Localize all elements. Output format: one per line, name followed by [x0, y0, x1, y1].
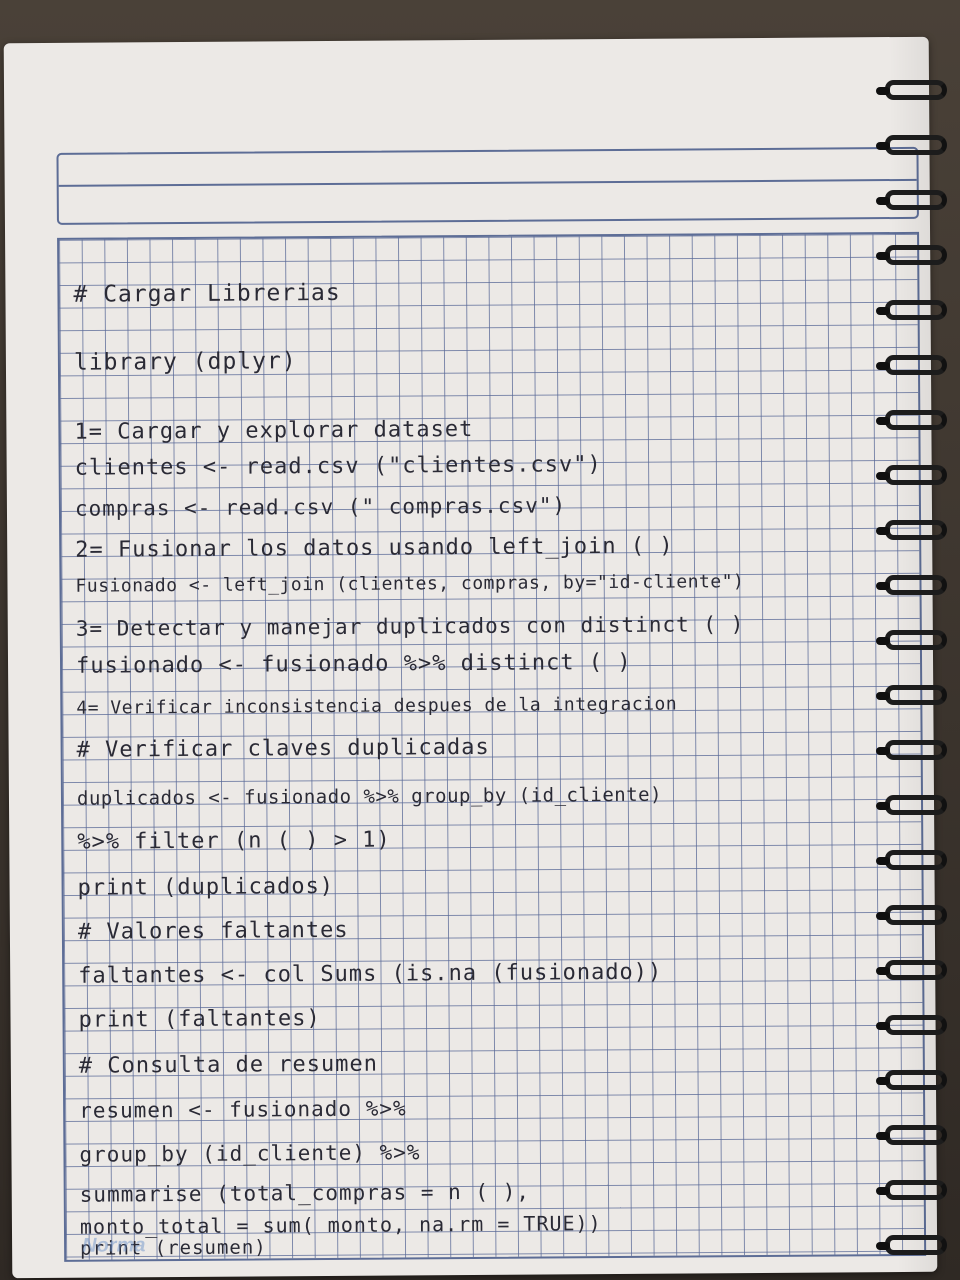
handwritten-line-10: 4= Verificar inconsistencia despues de l…	[76, 693, 678, 719]
handwritten-line-17: print (faltantes)	[78, 1006, 321, 1033]
spiral-ring	[876, 1015, 947, 1035]
handwritten-line-21: summarise (total_compras = n ( ),	[79, 1179, 531, 1207]
spiral-ring	[876, 905, 947, 925]
handwritten-line-3: 1= Cargar y explorar dataset	[74, 416, 474, 445]
spiral-ring	[876, 80, 947, 100]
spiral-ring	[876, 1235, 947, 1255]
handwritten-line-12: duplicados <- fusionado %>% group_by (id…	[76, 783, 663, 810]
spiral-ring	[876, 245, 947, 265]
spiral-ring	[876, 795, 947, 815]
handwritten-line-13: %>% filter (n ( ) > 1)	[77, 827, 391, 855]
spiral-ring	[876, 740, 947, 760]
spiral-ring	[876, 1180, 947, 1200]
handwritten-line-2: library (dplyr)	[73, 348, 297, 376]
spiral-ring	[876, 135, 947, 155]
handwritten-line-11: # Verificar claves duplicadas	[76, 734, 490, 763]
spiral-ring	[876, 300, 947, 320]
page-header-box	[56, 146, 919, 225]
watermark-logo: Norma	[82, 1234, 146, 1257]
spiral-ring	[876, 190, 947, 210]
spiral-ring	[876, 1125, 947, 1145]
handwritten-line-18: # Consulta de resumen	[78, 1051, 379, 1079]
handwritten-line-6: 2= Fusionar los datos usando left_join (…	[75, 533, 674, 563]
notebook-page: # Cargar Librerias library (dplyr) 1= Ca…	[3, 36, 938, 1279]
handwritten-line-15: # Valores faltantes	[77, 917, 349, 945]
handwritten-line-16: faltantes <- col Sums (is.na (fusionado)…	[78, 959, 663, 989]
spiral-binding	[876, 60, 960, 1280]
handwritten-line-7: Fusionado <- left_join (clientes, compra…	[75, 571, 745, 597]
spiral-ring	[876, 630, 947, 650]
spiral-ring	[876, 520, 947, 540]
spiral-ring	[876, 575, 947, 595]
handwritten-line-19: resumen <- fusionado %>%	[79, 1096, 407, 1123]
handwritten-line-4: clientes <- read.csv ("clientes.csv")	[74, 452, 602, 481]
spiral-ring	[876, 685, 947, 705]
spiral-ring	[876, 850, 947, 870]
handwritten-line-1: # Cargar Librerias	[73, 279, 341, 308]
header-rule	[58, 178, 917, 187]
handwritten-line-9: fusionado <- fusionado %>% distinct ( )	[75, 649, 632, 679]
spiral-ring	[876, 465, 947, 485]
spiral-ring	[876, 1070, 947, 1090]
handwritten-line-8: 3= Detectar y manejar duplicados con dis…	[75, 612, 745, 641]
handwritten-line-20: group_by (id_cliente) %>%	[79, 1140, 421, 1167]
handwritten-line-5: compras <- read.csv (" compras.csv")	[74, 493, 567, 521]
handwritten-line-14: print (duplicados)	[77, 873, 335, 901]
spiral-ring	[876, 960, 947, 980]
spiral-ring	[876, 355, 947, 375]
spiral-ring	[876, 410, 947, 430]
